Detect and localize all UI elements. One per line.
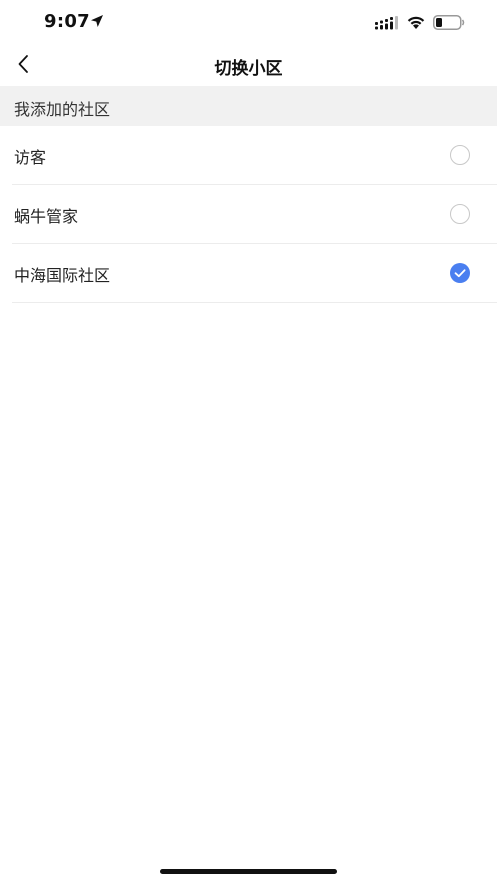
community-item-visitor[interactable]: 访客 [0,126,497,185]
section-header-label: 我添加的社区 [14,100,111,119]
status-time: 9:07 [44,11,90,32]
battery-icon [433,15,465,30]
location-arrow-icon [91,15,103,27]
status-bar: 9:07 [0,0,497,44]
radio-checked-icon[interactable] [450,263,470,283]
community-list: 访客 蜗牛管家 中海国际社区 [0,126,497,303]
community-label: 蜗牛管家 [14,207,79,226]
community-label: 访客 [14,148,47,167]
wifi-icon [407,16,425,29]
community-item-zhonghai[interactable]: 中海国际社区 [0,244,497,303]
community-item-snail-butler[interactable]: 蜗牛管家 [0,185,497,244]
radio-unchecked-icon[interactable] [450,204,470,224]
home-indicator [160,869,337,874]
community-label: 中海国际社区 [14,266,111,285]
page-title: 切换小区 [214,59,283,79]
radio-unchecked-icon[interactable] [450,145,470,165]
navigation-bar: 切换小区 [0,44,497,86]
section-header: 我添加的社区 [0,86,497,126]
checkmark-icon [454,269,466,278]
cellular-signal-icon [375,16,398,30]
